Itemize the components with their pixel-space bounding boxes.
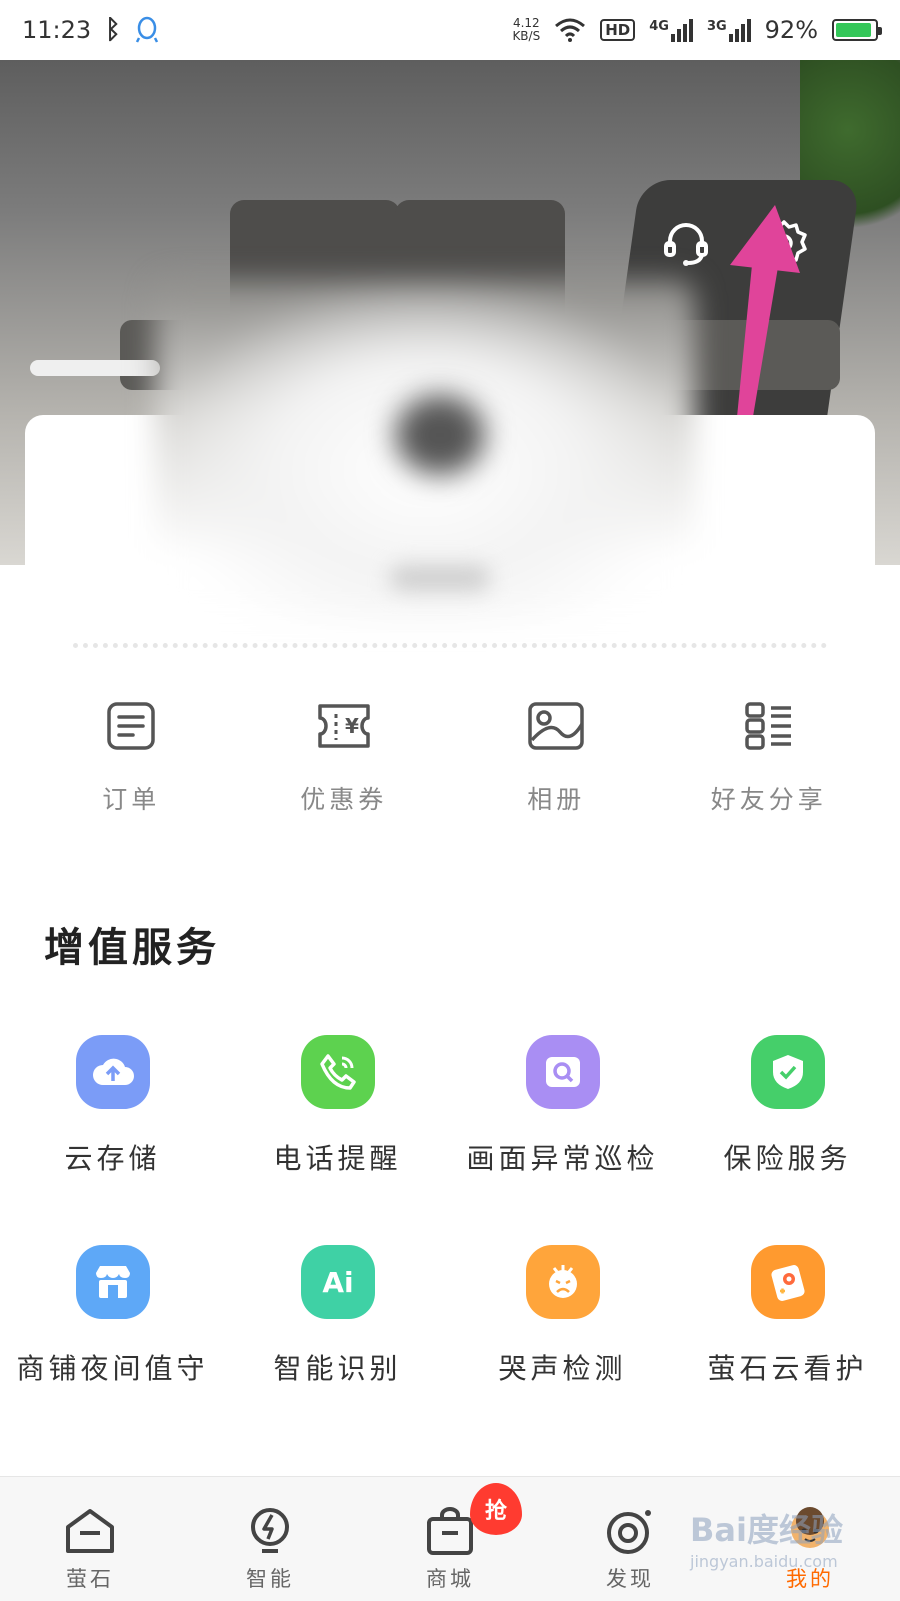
service-label: 萤石云看护 xyxy=(707,1352,868,1385)
divider xyxy=(73,643,827,648)
status-time: 11:23 xyxy=(22,16,92,44)
image-inspect-icon xyxy=(525,1035,600,1109)
watermark-url: jingyan.baidu.com xyxy=(690,1552,838,1571)
service-cloud-storage[interactable]: 云存储 xyxy=(0,1035,225,1177)
watermark: Bai度经验 xyxy=(690,1511,843,1549)
battery-icon xyxy=(832,19,882,41)
nav-item-home[interactable]: 萤石 xyxy=(0,1477,180,1601)
service-label: 哭声检测 xyxy=(498,1352,627,1385)
nav-label: 发现 xyxy=(606,1567,654,1591)
user-name-blurred xyxy=(390,565,490,591)
album-icon xyxy=(528,702,584,750)
svg-text:¥: ¥ xyxy=(345,714,359,738)
signal-4g-icon: 4G xyxy=(649,18,693,42)
phone-icon xyxy=(300,1035,375,1109)
nav-item-mall[interactable]: 抢 商城 xyxy=(360,1477,540,1601)
service-image-inspect[interactable]: 画面异常巡检 xyxy=(450,1035,675,1177)
friend-share-icon xyxy=(745,702,791,750)
service-label: 电话提醒 xyxy=(273,1142,402,1175)
service-shop-night-watch[interactable]: 商铺夜间值守 xyxy=(0,1245,225,1387)
quick-action-order[interactable]: 订单 xyxy=(25,700,238,816)
nav-label: 智能 xyxy=(246,1567,294,1591)
service-insurance[interactable]: 保险服务 xyxy=(675,1035,900,1177)
quick-action-coupon[interactable]: ¥ 优惠券 xyxy=(238,700,451,816)
shield-icon xyxy=(750,1035,825,1109)
bluetooth-icon: ᛒ xyxy=(105,15,121,45)
battery-percent: 92% xyxy=(764,16,818,44)
quick-action-album[interactable]: 相册 xyxy=(450,700,663,816)
ai-icon: Ai xyxy=(300,1245,375,1319)
signal-3g-icon: 3G xyxy=(707,18,751,42)
nav-label: 萤石 xyxy=(66,1567,114,1591)
shop-icon xyxy=(75,1245,150,1319)
quick-action-label: 优惠券 xyxy=(300,785,388,814)
status-bar: 11:23 ᛒ 4.12 KB/S HD 4G 3G 92% xyxy=(0,0,900,60)
service-label: 智能识别 xyxy=(273,1352,402,1385)
quick-action-friend-share[interactable]: 好友分享 xyxy=(663,700,876,816)
service-label: 保险服务 xyxy=(723,1142,852,1175)
home-icon xyxy=(66,1509,114,1553)
profile-card: 订单 ¥ 优惠券 相册 好友分享 xyxy=(25,280,875,865)
shop-bag-icon xyxy=(427,1507,473,1555)
nav-label: 商城 xyxy=(426,1567,474,1591)
quick-action-label: 相册 xyxy=(527,785,586,814)
svg-text:Ai: Ai xyxy=(322,1266,353,1299)
hd-badge: HD xyxy=(600,19,636,41)
wifi-icon xyxy=(555,18,586,42)
hot-badge: 抢 xyxy=(470,1483,522,1535)
quick-action-label: 好友分享 xyxy=(710,785,827,814)
service-phone-reminder[interactable]: 电话提醒 xyxy=(225,1035,450,1177)
services-row-2: 商铺夜间值守 Ai 智能识别 哭声检测 萤石云看护 xyxy=(0,1245,900,1387)
avatar[interactable] xyxy=(395,395,485,475)
cloud-storage-icon xyxy=(75,1035,150,1109)
service-cloud-care[interactable]: 萤石云看护 xyxy=(675,1245,900,1387)
quick-action-label: 订单 xyxy=(102,785,161,814)
service-cry-detection[interactable]: 哭声检测 xyxy=(450,1245,675,1387)
service-label: 云存储 xyxy=(64,1142,161,1175)
network-speed: 4.12 KB/S xyxy=(512,16,541,43)
services-row-1: 云存储 电话提醒 画面异常巡检 保险服务 xyxy=(0,1035,900,1177)
quick-actions: 订单 ¥ 优惠券 相册 好友分享 xyxy=(25,700,875,816)
qq-icon xyxy=(135,16,158,43)
smart-icon xyxy=(251,1508,289,1553)
service-ai-recognition[interactable]: Ai 智能识别 xyxy=(225,1245,450,1387)
discover-icon xyxy=(607,1510,651,1554)
section-title-services: 增值服务 xyxy=(44,925,220,971)
cry-detect-icon xyxy=(525,1245,600,1319)
service-label: 商铺夜间值守 xyxy=(16,1352,209,1385)
order-icon xyxy=(107,702,155,750)
nav-item-smart[interactable]: 智能 xyxy=(180,1477,360,1601)
service-label: 画面异常巡检 xyxy=(466,1142,659,1175)
coupon-icon: ¥ xyxy=(318,704,370,748)
table-decoration xyxy=(30,360,160,376)
cloud-care-icon xyxy=(750,1245,825,1319)
